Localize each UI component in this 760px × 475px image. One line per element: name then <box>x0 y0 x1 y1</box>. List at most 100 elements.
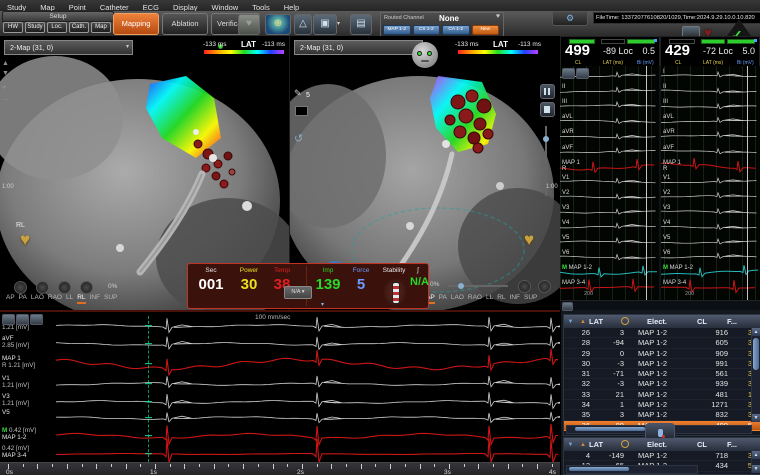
table-vertical-scrollbar[interactable]: ▲ ▼ <box>751 451 760 473</box>
new-channel-button[interactable]: New <box>472 25 500 35</box>
map-view-button[interactable] <box>538 280 551 293</box>
review-tool-icon[interactable] <box>16 314 29 325</box>
table-row[interactable]: 290MAP 1-29093 <box>564 349 760 359</box>
orientation-ll[interactable]: LL <box>66 294 73 302</box>
reference-heart-icon[interactable]: ♥ <box>20 230 30 250</box>
orientation-sup[interactable]: SUP <box>524 294 537 302</box>
pause-button[interactable] <box>540 84 555 99</box>
map-view-button[interactable] <box>36 281 49 294</box>
camera-dropdown-arrow[interactable]: ▾ <box>337 20 340 27</box>
zoom-slider-thumb[interactable] <box>458 283 464 289</box>
orientation-lao[interactable]: LAO <box>31 294 44 302</box>
footer-tool-icon[interactable] <box>562 302 573 311</box>
compass-orientation-button[interactable]: ⊕ <box>265 14 291 35</box>
col-f[interactable]: F... <box>727 317 749 326</box>
pan-down-icon[interactable]: ▼ <box>2 70 9 77</box>
table-row[interactable]: 28-94MAP 1-26053 <box>564 338 760 348</box>
orientation-inf[interactable]: INF <box>510 294 520 302</box>
zoom-tool-icon[interactable]: ― <box>2 96 9 103</box>
orientation-inf[interactable]: INF <box>90 294 100 302</box>
window-layout-button[interactable]: ▤ <box>350 14 372 35</box>
orientation-pa[interactable]: PA <box>19 294 27 302</box>
orientation-pa[interactable]: PA <box>439 294 447 302</box>
sweep-caliper-line[interactable] <box>646 66 647 300</box>
clock-column-icon[interactable] <box>621 317 647 327</box>
scroll-down-arrow[interactable]: ▼ <box>752 414 760 422</box>
pan-up-icon[interactable]: ▲ <box>2 60 9 67</box>
ecg-sweep-area[interactable]: IIIIIIaVLaVRaVFMAP 1RV1V2V3V4V5V6M MAP 1… <box>560 66 760 300</box>
zoom-slider[interactable] <box>448 285 508 287</box>
table-row[interactable]: 32-3MAP 1-29393 <box>564 379 760 389</box>
scrollbar-thumb[interactable] <box>569 467 629 471</box>
orientation-ll[interactable]: LL <box>486 294 493 302</box>
triangle-tool-button[interactable]: △ <box>294 14 312 35</box>
orientation-rao[interactable]: RAO <box>48 294 62 302</box>
setup-map-button[interactable]: Map <box>91 22 111 33</box>
channel-button[interactable]: MAP 1-2 <box>383 25 411 35</box>
tab-mapping[interactable]: Mapping <box>113 13 159 35</box>
col-cl[interactable]: CL <box>697 440 727 449</box>
filter-funnel-icon[interactable]: ▼ <box>564 319 577 325</box>
layout-split-button[interactable] <box>540 102 555 117</box>
map-selector-left[interactable]: 2-Map (31, 0)▾ <box>4 40 133 55</box>
orientation-lao[interactable]: LAO <box>451 294 464 302</box>
table-row[interactable]: 341MAP 1-212713 <box>564 400 760 410</box>
col-cl[interactable]: CL <box>697 317 727 326</box>
sort-arrow-icon[interactable]: ▲ <box>577 319 589 325</box>
table-row[interactable]: 263MAP 1-29163 <box>564 328 760 338</box>
col-lat[interactable]: LAT <box>589 440 621 449</box>
col-elect[interactable]: Elect. <box>647 317 697 326</box>
reference-heart-icon[interactable]: ♥ <box>524 230 534 250</box>
tab-ablation[interactable]: Ablation <box>162 13 208 35</box>
pinned-points-tab[interactable] <box>645 423 675 439</box>
channel-button[interactable]: CA 1-2 <box>442 25 470 35</box>
orientation-sup[interactable]: SUP <box>104 294 117 302</box>
table-row[interactable]: 353MAP 1-28323 <box>564 410 760 420</box>
map-view-button[interactable] <box>518 280 531 293</box>
ecg-tool-icon[interactable] <box>576 68 589 79</box>
orientation-ap[interactable]: AP <box>6 294 15 302</box>
review-tool-icon[interactable] <box>30 314 43 325</box>
scroll-up-arrow[interactable]: ▲ <box>752 328 760 336</box>
scroll-up-arrow[interactable]: ▲ <box>752 451 760 459</box>
review-tool-icon[interactable] <box>2 314 15 325</box>
orientation-rl[interactable]: RL <box>77 294 85 304</box>
color-swatch[interactable] <box>295 106 308 116</box>
rotate-icon[interactable]: ● <box>2 84 6 91</box>
review-ecg-panel[interactable]: 100 mm/sec III1.21 [mV]aVF2.85 [mV]MAP 1… <box>0 310 560 475</box>
camera-snapshot-button[interactable]: ▣ <box>313 14 337 35</box>
map-view-button[interactable] <box>14 281 27 294</box>
map-view-button[interactable] <box>80 281 93 294</box>
filter-funnel-icon[interactable]: ▼ <box>564 442 577 448</box>
col-lat[interactable]: LAT <box>589 317 621 326</box>
setup-loc-button[interactable]: Loc. <box>47 22 67 33</box>
setup-hw-button[interactable]: HW <box>3 22 23 33</box>
clock-column-icon[interactable] <box>621 440 647 450</box>
points-table-header[interactable]: ▼ ▲ LAT Elect. CL F... <box>564 315 760 328</box>
map-selector-right[interactable]: 2-Map (31, 0)▾ <box>294 40 423 55</box>
undo-rotate-icon[interactable]: ↺ <box>294 132 303 145</box>
table-horizontal-scrollbar[interactable] <box>566 465 698 474</box>
map-view-button[interactable] <box>58 281 71 294</box>
settings-gear-icon[interactable]: ⚙ <box>552 11 588 26</box>
col-f[interactable]: F... <box>727 440 749 449</box>
heart-tool-button[interactable]: ♥ <box>238 14 260 35</box>
table-row[interactable]: 30-3MAP 1-29913 <box>564 359 760 369</box>
scrollbar-thumb[interactable] <box>753 338 759 370</box>
sweep-caliper-line[interactable] <box>747 66 748 300</box>
sort-arrow-icon[interactable]: ▲ <box>577 442 589 448</box>
scroll-down-arrow[interactable]: ▼ <box>752 465 760 473</box>
routed-channel-value[interactable]: None <box>439 14 459 23</box>
table-vertical-scrollbar[interactable]: ▲ ▼ <box>751 328 760 422</box>
ecg-tool-icon[interactable] <box>562 68 575 79</box>
orientation-rl[interactable]: RL <box>497 294 505 302</box>
orientation-rao[interactable]: RAO <box>468 294 482 302</box>
vertical-slider-thumb[interactable] <box>543 136 549 142</box>
table-row[interactable]: 3321MAP 1-24811 <box>564 390 760 400</box>
pen-tool-icon[interactable]: ✎ <box>294 88 302 99</box>
temp-mode-dropdown[interactable]: N/A ▾ <box>284 286 312 299</box>
setup-cath-button[interactable]: Cath. <box>69 22 89 33</box>
annotation-caliper-line[interactable] <box>148 316 149 462</box>
table-row[interactable]: 31-71MAP 1-25613 <box>564 369 760 379</box>
setup-study-button[interactable]: Study <box>25 22 45 33</box>
